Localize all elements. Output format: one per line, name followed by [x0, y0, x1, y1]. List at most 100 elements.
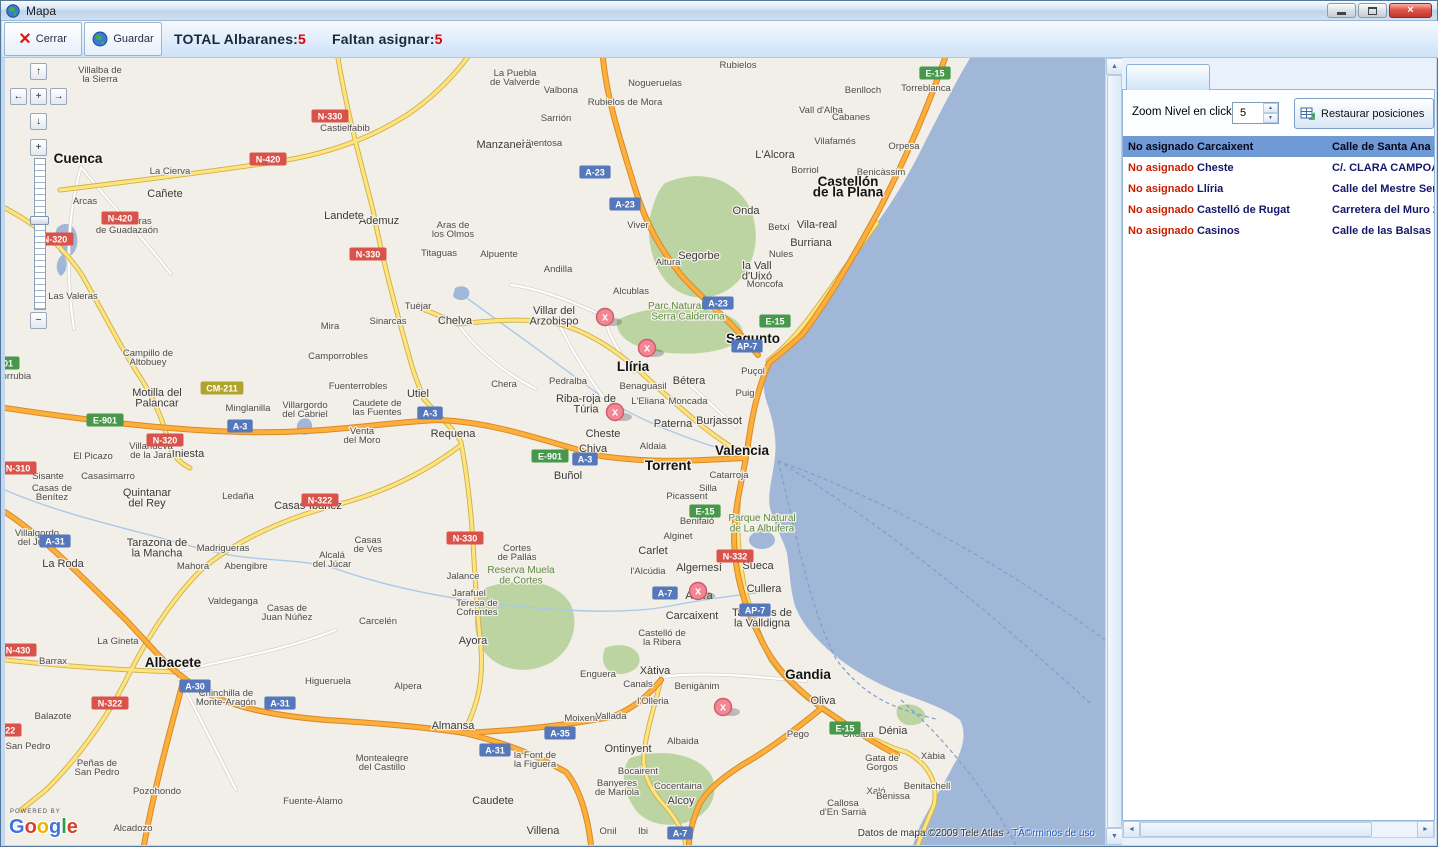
map-label: Vallada: [596, 711, 628, 722]
road-shield: N-322: [302, 494, 339, 507]
total-albaranes-label: TOTAL Albaranes:: [174, 31, 298, 47]
map-label: Pego: [787, 729, 809, 740]
spinner-down-icon: ▼: [1268, 115, 1273, 121]
map-label: Torrent: [645, 458, 692, 473]
powered-by-text: POWERED BY: [10, 809, 61, 815]
map-label: Xàtiva: [640, 665, 671, 677]
park-area: [649, 176, 756, 297]
road-shield: A-30: [179, 680, 210, 693]
guardar-button[interactable]: Guardar: [84, 22, 162, 56]
map-label: Tarazona dela Mancha: [127, 537, 188, 560]
map-label: Moncada: [668, 396, 708, 407]
svg-text:x: x: [602, 312, 609, 324]
svg-text:N-330: N-330: [453, 534, 478, 544]
road-shield: A-7: [667, 827, 692, 840]
close-button[interactable]: ×: [1389, 3, 1432, 18]
map-label: Balazote: [35, 711, 72, 722]
scroll-up-button[interactable]: ▲: [1106, 58, 1123, 75]
cerrar-button[interactable]: × Cerrar: [4, 22, 82, 56]
albaran-status: No asignado: [1123, 225, 1197, 237]
scroll-right-button[interactable]: ►: [1417, 821, 1434, 838]
map-label: Bocairent: [618, 766, 658, 777]
spinner-up-button[interactable]: ▲: [1263, 103, 1278, 113]
map-label: Mahora: [177, 561, 210, 572]
map-label: Fuente-Álamo: [283, 796, 343, 807]
albaran-row[interactable]: No asignadoCastelló de RugatCarretera de…: [1123, 199, 1434, 220]
pan-up-button[interactable]: ↑: [30, 63, 47, 80]
pan-down-button[interactable]: ↓: [30, 113, 47, 130]
road-shield: A-3: [417, 407, 442, 420]
panel-tab[interactable]: [1126, 64, 1210, 90]
horizontal-scrollbar[interactable]: ◄ ►: [1122, 821, 1435, 838]
pan-right-button[interactable]: →: [50, 88, 67, 105]
map-label: l'Olleria: [637, 696, 669, 707]
svg-text:N-330: N-330: [318, 112, 343, 122]
map-label: Las Valeras: [48, 291, 98, 302]
road-shield: E-901: [532, 450, 569, 463]
albaran-status: No asignado: [1123, 141, 1197, 153]
zoom-in-button[interactable]: +: [30, 139, 47, 156]
horizontal-scroll-thumb[interactable]: [1140, 822, 1372, 837]
titlebar[interactable]: Mapa ×: [1, 1, 1437, 21]
map-area[interactable]: Villalba dela SierraRubielosNogueruelasL…: [5, 58, 1105, 845]
pan-center-button[interactable]: +: [30, 88, 47, 105]
zoom-out-button[interactable]: −: [30, 312, 47, 329]
albaran-row[interactable]: No asignadoLlíriaCalle del Mestre Serr: [1123, 178, 1434, 199]
zoom-level-spinner[interactable]: 5 ▲ ▼: [1232, 102, 1279, 124]
side-panel: Zoom Nivel en click 5 ▲ ▼ Restaurar posi…: [1122, 58, 1436, 845]
map-label: Gata deGorgos: [865, 753, 899, 773]
map-canvas[interactable]: Villalba dela SierraRubielosNogueruelasL…: [5, 58, 1105, 845]
vertical-scroll-thumb[interactable]: [1107, 75, 1122, 828]
map-label: Burriana: [790, 237, 832, 249]
map-label: Madrigueras: [197, 543, 250, 554]
albaran-city: Casinos: [1197, 225, 1332, 237]
road-shield: A-31: [479, 744, 510, 757]
map-label: Landete: [324, 210, 364, 222]
scroll-down-button[interactable]: ▼: [1106, 828, 1123, 845]
minimize-button[interactable]: [1327, 3, 1356, 18]
map-label: Banyeresde Mariola: [595, 778, 640, 798]
map-label: l'Alcúdia: [630, 566, 666, 577]
vertical-scrollbar[interactable]: ▲ ▼: [1105, 58, 1122, 845]
svg-text:AP-7: AP-7: [745, 606, 766, 616]
svg-text:A-3: A-3: [233, 422, 248, 432]
map-label: Alginet: [663, 531, 692, 542]
map-label: Segorbe: [678, 250, 720, 262]
svg-text:N-320: N-320: [153, 436, 178, 446]
close-icon: ×: [1407, 5, 1413, 16]
map-label: Alpuente: [480, 249, 518, 260]
map-label: El Picazo: [73, 451, 113, 462]
pan-left-button[interactable]: ←: [10, 88, 27, 105]
map-label: Utiel: [407, 388, 429, 400]
terms-link[interactable]: TÃ©rminos de uso: [1012, 828, 1095, 839]
google-logo: Google: [9, 816, 78, 839]
map-label: Casas deJuan Núñez: [262, 603, 313, 623]
map-label: Catarroja: [709, 470, 749, 481]
svg-text:A-23: A-23: [708, 299, 728, 309]
map-label: Albaida: [667, 736, 699, 747]
zoom-level-label: Zoom Nivel en click: [1132, 106, 1232, 118]
svg-text:N-430: N-430: [6, 646, 31, 656]
plus-icon: +: [36, 142, 42, 153]
zoom-slider-handle[interactable]: [30, 216, 49, 225]
map-label: Albacete: [145, 655, 202, 670]
maximize-button[interactable]: [1358, 3, 1387, 18]
spinner-down-button[interactable]: ▼: [1263, 113, 1278, 123]
arrow-left-icon: ←: [14, 91, 24, 102]
albaran-grid: No asignadoCarcaixentCalle de Santa Ana …: [1123, 136, 1434, 820]
map-label: San Pedro: [6, 741, 51, 752]
restore-label: Restaurar posiciones: [1321, 108, 1424, 120]
toolbar: × Cerrar Guardar TOTAL Albaranes:5 Falta…: [2, 21, 1438, 58]
scroll-left-button[interactable]: ◄: [1123, 821, 1140, 838]
albaran-row[interactable]: No asignadoChesteC/. CLARA CAMPOAM: [1123, 157, 1434, 178]
map-label: Sinarcas: [370, 316, 407, 327]
road-shield: N-330: [447, 532, 484, 545]
albaran-row[interactable]: No asignadoCasinosCalle de las Balsas 4: [1123, 220, 1434, 241]
restore-positions-button[interactable]: Restaurar posiciones: [1294, 98, 1434, 129]
albaran-address: Calle del Mestre Serr: [1332, 183, 1434, 195]
albaran-address: Calle de las Balsas 4: [1332, 225, 1434, 237]
road-shield: N-330: [350, 248, 387, 261]
map-label: Ademuz: [359, 215, 399, 227]
albaran-row[interactable]: No asignadoCarcaixentCalle de Santa Ana …: [1123, 136, 1434, 157]
zoom-slider[interactable]: [34, 158, 46, 310]
